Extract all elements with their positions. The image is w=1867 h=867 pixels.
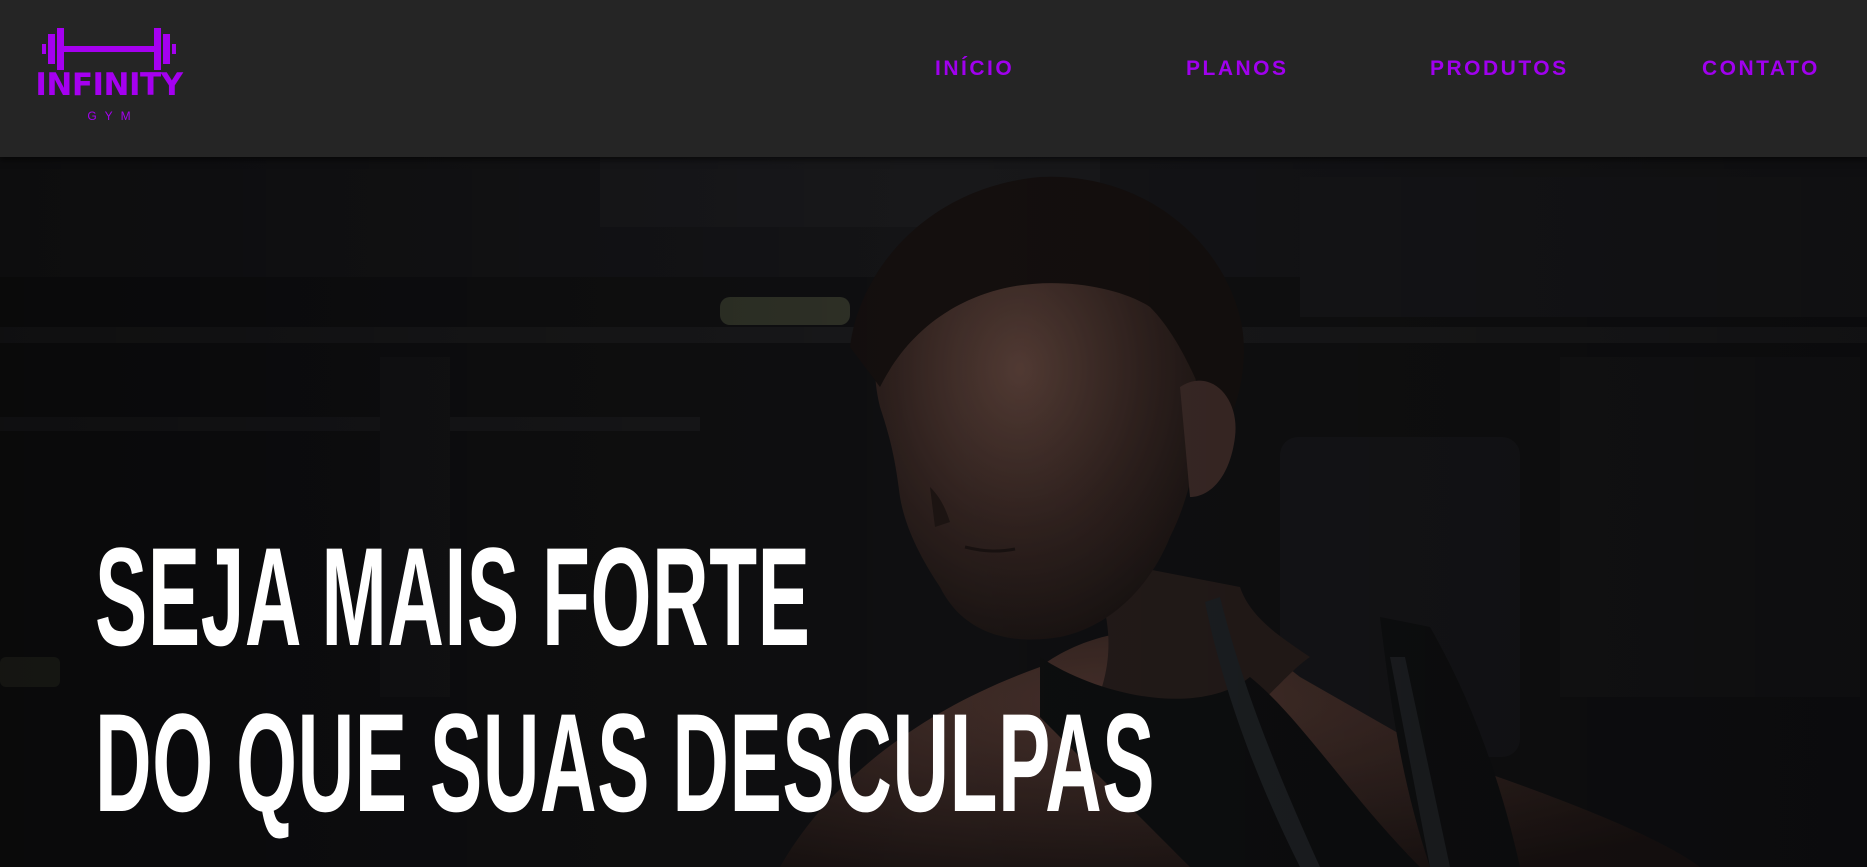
brand-tagline: GYM xyxy=(87,109,139,123)
nav-link-planos[interactable]: PLANOS xyxy=(1186,58,1289,79)
brand-logo[interactable]: INFINITY GYM xyxy=(26,20,192,124)
nav-link-produtos[interactable]: PRODUTOS xyxy=(1430,58,1569,79)
top-navbar: INFINITY GYM INÍCIO PLANOS PRODUTOS CONT… xyxy=(0,0,1867,157)
nav-link-contato[interactable]: CONTATO xyxy=(1702,58,1820,79)
hero-headline-line1: SEJA MAIS FORTE xyxy=(95,518,811,675)
hero-headline-line2: DO QUE SUAS DESCULPAS xyxy=(95,684,1156,841)
nav-link-inicio[interactable]: INÍCIO xyxy=(935,58,1014,79)
hero-section: SEJA MAIS FORTE DO QUE SUAS DESCULPAS xyxy=(0,157,1867,867)
hero-headline: SEJA MAIS FORTE DO QUE SUAS DESCULPAS xyxy=(95,514,1155,846)
brand-name: INFINITY xyxy=(35,67,183,103)
